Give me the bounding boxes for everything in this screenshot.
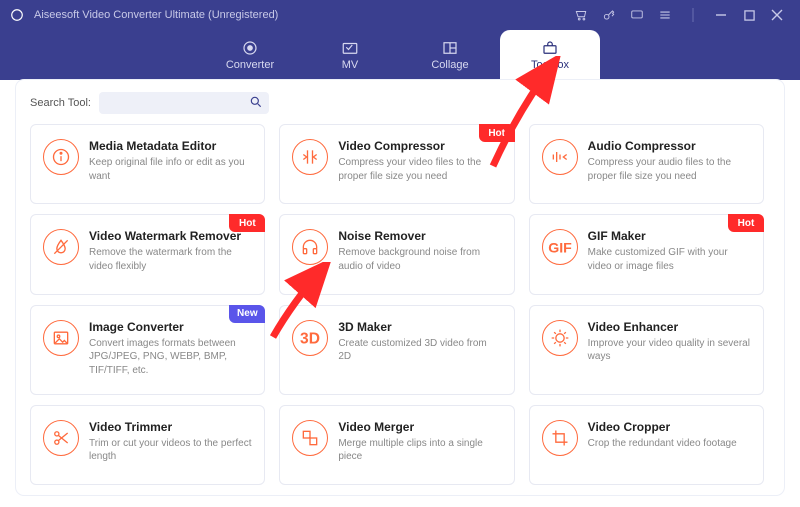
- search-icon[interactable]: [249, 95, 263, 114]
- merge-icon: [292, 420, 328, 456]
- tool-desc: Crop the redundant video footage: [588, 437, 751, 451]
- tool-title: Audio Compressor: [588, 139, 751, 153]
- divider-icon: [680, 2, 706, 28]
- window-title: Aiseesoft Video Converter Ultimate (Unre…: [34, 9, 566, 21]
- tool-card-audio-compressor[interactable]: Audio Compressor Compress your audio file…: [529, 124, 764, 204]
- tool-card-video-cropper[interactable]: Video Cropper Crop the redundant video fo…: [529, 405, 764, 485]
- tool-text: Video Merger Merge multiple clips into a …: [338, 420, 501, 470]
- tab-collage[interactable]: Collage: [400, 30, 500, 80]
- tool-card-image-converter[interactable]: NewImage Converter Convert images formats…: [30, 305, 265, 395]
- toolbox-icon: [541, 39, 559, 57]
- tab-label: MV: [342, 59, 359, 71]
- svg-text:GIF: GIF: [548, 241, 572, 257]
- tool-desc: Remove the watermark from the video flex…: [89, 246, 252, 273]
- titlebar: Aiseesoft Video Converter Ultimate (Unre…: [0, 0, 800, 30]
- image-icon: [43, 320, 79, 356]
- content-panel: Search Tool: Media Metadata Editor Keep o…: [16, 80, 784, 495]
- hot-badge: Hot: [229, 214, 265, 232]
- tab-label: Converter: [226, 59, 274, 71]
- tool-card-media-metadata-editor[interactable]: Media Metadata Editor Keep original file …: [30, 124, 265, 204]
- tool-card-gif-maker[interactable]: Hot GIF GIF Maker Make customized GIF with …: [529, 214, 764, 294]
- tabs: Converter MV Collage Toolbox: [200, 30, 600, 80]
- tool-desc: Make customized GIF with your video or i…: [588, 246, 751, 273]
- tools-grid[interactable]: Media Metadata Editor Keep original file …: [30, 124, 770, 485]
- gif-icon: GIF: [542, 229, 578, 265]
- crop-icon: [542, 420, 578, 456]
- tab-converter[interactable]: Converter: [200, 30, 300, 80]
- info-icon: [43, 139, 79, 175]
- search-label: Search Tool:: [30, 97, 91, 109]
- tool-text: Video Enhancer Improve your video quality…: [588, 320, 751, 380]
- tool-desc: Remove background noise from audio of vi…: [338, 246, 501, 273]
- mv-icon: [341, 39, 359, 57]
- tool-desc: Compress your video files to the proper …: [338, 156, 501, 183]
- tool-desc: Trim or cut your videos to the perfect l…: [89, 437, 252, 464]
- tool-title: Image Converter: [89, 320, 252, 334]
- tool-title: Video Watermark Remover: [89, 229, 252, 243]
- tool-desc: Compress your audio files to the proper …: [588, 156, 751, 183]
- tool-text: Media Metadata Editor Keep original file …: [89, 139, 252, 189]
- tool-card-video-compressor[interactable]: HotVideo Compressor Compress your video f…: [279, 124, 514, 204]
- key-icon[interactable]: [596, 2, 622, 28]
- tool-title: Video Trimmer: [89, 420, 252, 434]
- app-logo-icon: [10, 7, 26, 23]
- tool-text: Video Trimmer Trim or cut your videos to …: [89, 420, 252, 470]
- no-water-icon: [43, 229, 79, 265]
- tool-title: Video Cropper: [588, 420, 751, 434]
- hot-badge: Hot: [728, 214, 764, 232]
- svg-text:3D: 3D: [300, 330, 320, 347]
- tool-title: Noise Remover: [338, 229, 501, 243]
- tab-mv[interactable]: MV: [300, 30, 400, 80]
- tool-desc: Convert images formats between JPG/JPEG,…: [89, 337, 252, 378]
- tool-title: GIF Maker: [588, 229, 751, 243]
- close-button[interactable]: [764, 2, 790, 28]
- tool-desc: Improve your video quality in several wa…: [588, 337, 751, 364]
- converter-icon: [241, 39, 259, 57]
- maximize-button[interactable]: [736, 2, 762, 28]
- 3d-icon: 3D: [292, 320, 328, 356]
- minimize-button[interactable]: [708, 2, 734, 28]
- tool-text: Video Compressor Compress your video file…: [338, 139, 501, 189]
- navbar: Converter MV Collage Toolbox: [0, 30, 800, 80]
- search-row: Search Tool:: [30, 92, 770, 114]
- menu-icon[interactable]: [652, 2, 678, 28]
- scissors-icon: [43, 420, 79, 456]
- new-badge: New: [229, 305, 265, 323]
- tool-title: Video Enhancer: [588, 320, 751, 334]
- audio-compress-icon: [542, 139, 578, 175]
- tool-text: GIF Maker Make customized GIF with your v…: [588, 229, 751, 279]
- tool-title: 3D Maker: [338, 320, 501, 334]
- tool-title: Media Metadata Editor: [89, 139, 252, 153]
- tool-title: Video Merger: [338, 420, 501, 434]
- tool-desc: Merge multiple clips into a single piece: [338, 437, 501, 464]
- tool-card-video-enhancer[interactable]: Video Enhancer Improve your video quality…: [529, 305, 764, 395]
- compress-icon: [292, 139, 328, 175]
- hot-badge: Hot: [479, 124, 515, 142]
- headphones-icon: [292, 229, 328, 265]
- tool-title: Video Compressor: [338, 139, 501, 153]
- cart-icon[interactable]: [568, 2, 594, 28]
- tool-card-video-trimmer[interactable]: Video Trimmer Trim or cut your videos to …: [30, 405, 265, 485]
- tab-toolbox[interactable]: Toolbox: [500, 30, 600, 80]
- tool-text: 3D Maker Create customized 3D video from …: [338, 320, 501, 380]
- tool-text: Audio Compressor Compress your audio file…: [588, 139, 751, 189]
- tab-label: Toolbox: [531, 59, 569, 71]
- enhance-icon: [542, 320, 578, 356]
- tool-text: Video Cropper Crop the redundant video fo…: [588, 420, 751, 470]
- tool-text: Image Converter Convert images formats be…: [89, 320, 252, 380]
- tool-desc: Keep original file info or edit as you w…: [89, 156, 252, 183]
- feedback-icon[interactable]: [624, 2, 650, 28]
- tool-text: Video Watermark Remover Remove the waterm…: [89, 229, 252, 279]
- tool-desc: Create customized 3D video from 2D: [338, 337, 501, 364]
- collage-icon: [441, 39, 459, 57]
- tool-text: Noise Remover Remove background noise fro…: [338, 229, 501, 279]
- search-input[interactable]: [99, 92, 269, 114]
- tab-label: Collage: [431, 59, 468, 71]
- tool-card-video-merger[interactable]: Video Merger Merge multiple clips into a …: [279, 405, 514, 485]
- tool-card-video-watermark-remover[interactable]: HotVideo Watermark Remover Remove the wat…: [30, 214, 265, 294]
- tool-card-3d-maker[interactable]: 3D 3D Maker Create customized 3D video fro…: [279, 305, 514, 395]
- tool-card-noise-remover[interactable]: Noise Remover Remove background noise fro…: [279, 214, 514, 294]
